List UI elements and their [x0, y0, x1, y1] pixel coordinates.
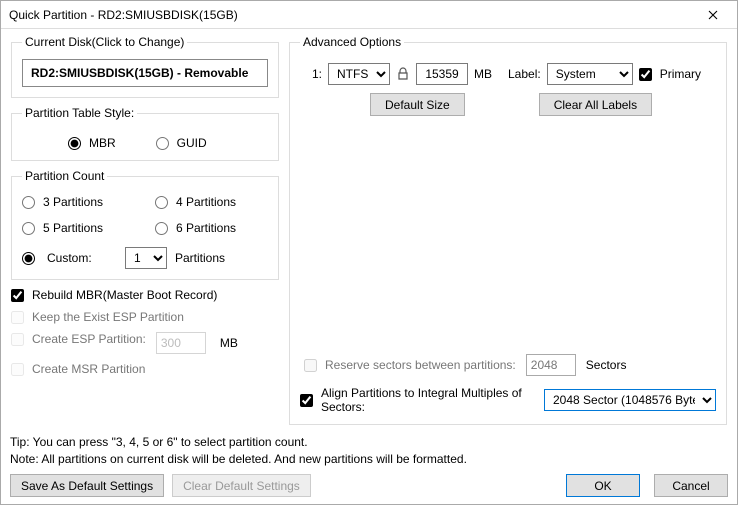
- pt-guid-label: GUID: [177, 136, 207, 150]
- lock-icon[interactable]: [396, 67, 410, 81]
- advanced-options-group: Advanced Options 1: NTFS MB Label: Syste…: [289, 35, 727, 425]
- titlebar: Quick Partition - RD2:SMIUSBDISK(15GB): [1, 1, 737, 29]
- reserve-sectors-input: [526, 354, 576, 376]
- part-index: 1:: [308, 67, 322, 81]
- label-select[interactable]: System: [547, 63, 633, 85]
- pcount-4-radio[interactable]: 4 Partitions: [155, 195, 268, 209]
- current-disk-legend[interactable]: Current Disk(Click to Change): [22, 35, 187, 49]
- save-default-button[interactable]: Save As Default Settings: [10, 474, 164, 497]
- cancel-button[interactable]: Cancel: [654, 474, 728, 497]
- default-size-button[interactable]: Default Size: [370, 93, 465, 116]
- primary-check[interactable]: Primary: [639, 67, 701, 81]
- close-icon: [708, 10, 718, 20]
- note-text: Note: All partitions on current disk wil…: [10, 452, 728, 466]
- footer: Tip: You can press "3, 4, 5 or 6" to sel…: [10, 435, 728, 497]
- partition-count-group: Partition Count 3 Partitions 4 Partition…: [11, 169, 279, 280]
- clear-labels-button[interactable]: Clear All Labels: [539, 93, 652, 116]
- align-select[interactable]: 2048 Sector (1048576 Byte): [544, 389, 716, 411]
- esp-size-input: [156, 332, 206, 354]
- pt-guid-radio[interactable]: GUID: [156, 136, 207, 150]
- pcount-custom-label: Custom:: [47, 251, 92, 265]
- align-check[interactable]: Align Partitions to Integral Multiples o…: [300, 386, 536, 414]
- size-mb-label: MB: [474, 67, 492, 81]
- clear-default-button: Clear Default Settings: [172, 474, 311, 497]
- keep-esp-check: Keep the Exist ESP Partition: [11, 310, 279, 324]
- pcount-custom-unit: Partitions: [175, 251, 225, 265]
- current-disk-group: Current Disk(Click to Change) RD2:SMIUSB…: [11, 35, 279, 98]
- size-input[interactable]: [416, 63, 468, 85]
- current-disk-value[interactable]: RD2:SMIUSBDISK(15GB) - Removable: [22, 59, 268, 87]
- pcount-3-radio[interactable]: 3 Partitions: [22, 195, 135, 209]
- pcount-legend: Partition Count: [22, 169, 107, 183]
- ok-button[interactable]: OK: [566, 474, 640, 497]
- close-button[interactable]: [693, 2, 733, 28]
- pcount-6-radio[interactable]: 6 Partitions: [155, 221, 268, 235]
- rebuild-mbr-check[interactable]: Rebuild MBR(Master Boot Record): [11, 288, 279, 302]
- label-label: Label:: [508, 67, 541, 81]
- pt-mbr-radio[interactable]: MBR: [68, 136, 116, 150]
- filesystem-select[interactable]: NTFS: [328, 63, 390, 85]
- adv-legend: Advanced Options: [300, 35, 404, 49]
- create-msr-check: Create MSR Partition: [11, 362, 279, 376]
- create-esp-check: Create ESP Partition:: [11, 332, 146, 346]
- window-title: Quick Partition - RD2:SMIUSBDISK(15GB): [9, 8, 238, 22]
- pcount-custom-select[interactable]: 1: [125, 247, 167, 269]
- pt-style-legend: Partition Table Style:: [22, 106, 137, 120]
- reserve-sectors-unit: Sectors: [586, 358, 627, 372]
- mbr-options: Rebuild MBR(Master Boot Record) Keep the…: [11, 288, 279, 376]
- tip-text: Tip: You can press "3, 4, 5 or 6" to sel…: [10, 435, 728, 449]
- pt-mbr-label: MBR: [89, 136, 116, 150]
- pcount-custom-radio[interactable]: Custom:: [22, 247, 135, 269]
- reserve-sectors-check: Reserve sectors between partitions:: [304, 358, 516, 372]
- pcount-5-radio[interactable]: 5 Partitions: [22, 221, 135, 235]
- esp-mb-label: MB: [220, 336, 238, 350]
- partition-table-style-group: Partition Table Style: MBR GUID: [11, 106, 279, 161]
